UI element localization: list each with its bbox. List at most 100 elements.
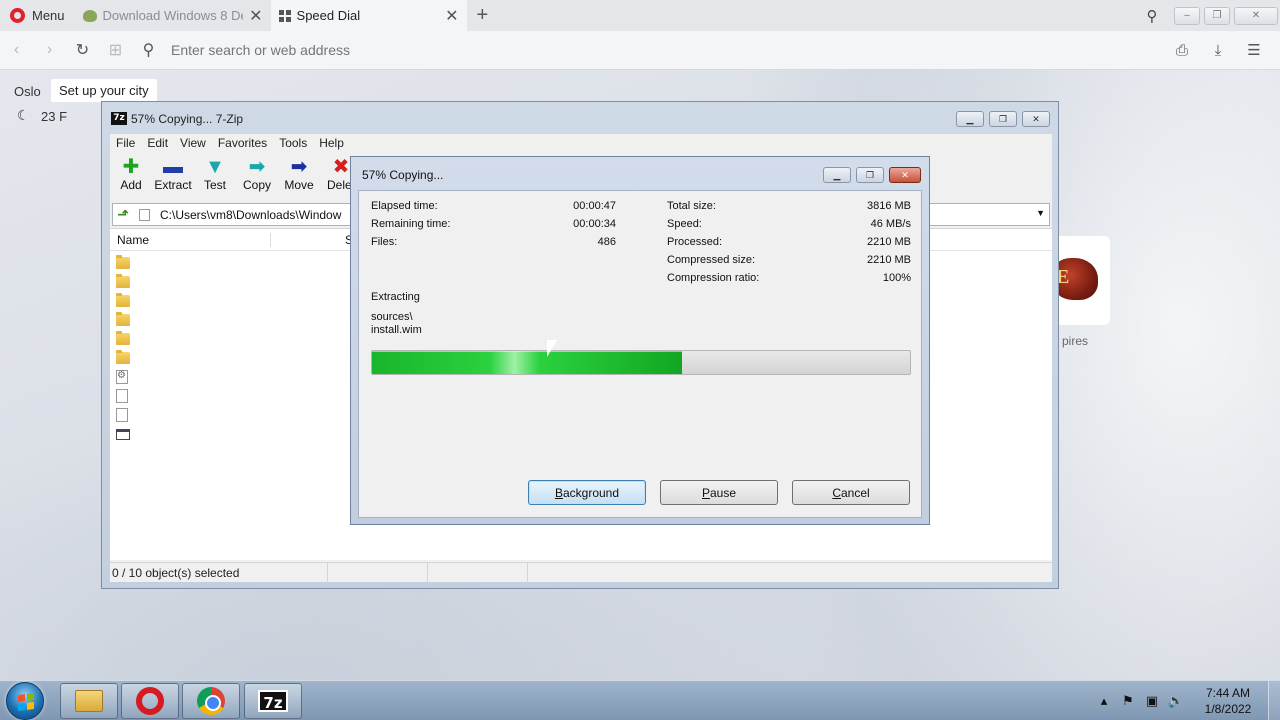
- compression-ratio-value: 100%: [882, 272, 911, 284]
- close-tab-icon[interactable]: ✕: [249, 6, 262, 26]
- list-item[interactable]: [116, 312, 132, 328]
- menu-favorites[interactable]: Favorites: [212, 136, 273, 150]
- menu-view[interactable]: View: [174, 136, 212, 150]
- list-item[interactable]: [116, 274, 132, 290]
- cancel-button[interactable]: Cancel: [792, 480, 910, 505]
- list-item[interactable]: [116, 255, 132, 271]
- extract-label: Extract: [154, 178, 192, 192]
- add-button[interactable]: ✚ Add: [110, 156, 152, 192]
- menu-help[interactable]: Help: [313, 136, 350, 150]
- background-button[interactable]: Background: [528, 480, 646, 505]
- 7zip-titlebar[interactable]: 7z 57% Copying... 7-Zip ▁ ❐ ✕: [102, 102, 1058, 134]
- opera-menu-button[interactable]: Menu: [0, 0, 75, 31]
- file-explorer-icon: [75, 690, 103, 712]
- search-tabs-icon[interactable]: ⚲: [1132, 7, 1172, 25]
- test-button[interactable]: ▼ Test: [194, 156, 236, 192]
- status-bar: 0 / 10 object(s) selected: [110, 562, 1052, 583]
- start-button[interactable]: [6, 682, 44, 720]
- 7zip-close-button[interactable]: ✕: [1022, 111, 1050, 127]
- folder-up-icon[interactable]: ⬏: [113, 206, 133, 223]
- 7zip-minimize-button[interactable]: ▁: [956, 111, 984, 127]
- address-bar: ‹ › ↻ ⊞ ⚲ ⎙ ⤓ ☰: [0, 31, 1280, 70]
- dialog-minimize-button[interactable]: ▁: [823, 167, 851, 183]
- reload-icon[interactable]: ↻: [66, 40, 99, 60]
- minus-icon: ▬: [163, 156, 183, 178]
- leaf-favicon-icon: [82, 9, 97, 22]
- current-directory: sources\: [371, 311, 413, 323]
- total-size-label: Total size:: [667, 200, 716, 212]
- path-dropdown-icon[interactable]: ▼: [1036, 208, 1045, 218]
- download-icon[interactable]: ⤓: [1200, 42, 1236, 59]
- address-input[interactable]: [165, 36, 1164, 64]
- list-item[interactable]: [116, 388, 132, 404]
- arrow-right-icon: ➡: [290, 156, 308, 178]
- dialog-close-button[interactable]: ✕: [889, 167, 921, 183]
- 7zip-menubar: File Edit View Favorites Tools Help: [110, 134, 1052, 152]
- system-tray: ▴ ⚑ ▣ 🔈 7:44 AM 1/8/2022: [1092, 681, 1280, 720]
- action-center-flag-icon[interactable]: ⚑: [1116, 693, 1140, 709]
- opera-icon: [136, 687, 164, 715]
- tray-clock[interactable]: 7:44 AM 1/8/2022: [1192, 685, 1264, 717]
- path-text: C:\Users\vm8\Downloads\Window: [160, 207, 342, 222]
- tab-speed-dial[interactable]: Speed Dial ✕: [270, 0, 467, 31]
- menu-edit[interactable]: Edit: [141, 136, 174, 150]
- settings-file-icon: [116, 370, 128, 384]
- elapsed-time-value: 00:00:47: [573, 200, 616, 212]
- compression-ratio-label: Compression ratio:: [667, 272, 760, 284]
- column-separator[interactable]: [270, 233, 271, 247]
- close-window-button[interactable]: ✕: [1234, 6, 1278, 25]
- dialog-maximize-button[interactable]: ❐: [856, 167, 884, 183]
- list-item[interactable]: [116, 407, 132, 423]
- 7zip-maximize-button[interactable]: ❐: [989, 111, 1017, 127]
- files-label: Files:: [371, 236, 398, 248]
- show-desktop-button[interactable]: [1268, 681, 1280, 720]
- close-tab-icon[interactable]: ✕: [445, 6, 458, 26]
- back-arrow-icon[interactable]: ‹: [0, 41, 33, 59]
- maximize-window-button[interactable]: ❐: [1204, 6, 1230, 25]
- volume-muted-icon[interactable]: 🔈: [1164, 693, 1188, 709]
- column-name[interactable]: Name: [117, 233, 149, 247]
- forward-arrow-icon[interactable]: ›: [33, 41, 66, 59]
- speed-dial-caption[interactable]: pires: [1062, 334, 1088, 348]
- list-item[interactable]: [116, 426, 132, 442]
- status-size: [328, 563, 428, 583]
- taskbar-explorer-button[interactable]: [60, 683, 118, 719]
- operation-label: Extracting: [371, 291, 420, 303]
- test-label: Test: [203, 178, 226, 192]
- taskbar-7zip-button[interactable]: 7z: [244, 683, 302, 719]
- copy-progress-dialog: 57% Copying... ▁ ❐ ✕ Elapsed time: 00:00…: [350, 156, 930, 525]
- tab-grid-icon[interactable]: ⊞: [99, 40, 132, 60]
- processed-label: Processed:: [667, 236, 723, 248]
- copy-button[interactable]: ➡ Copy: [236, 156, 278, 192]
- network-icon[interactable]: ▣: [1140, 693, 1164, 709]
- file-icon: [116, 389, 128, 403]
- menu-file[interactable]: File: [110, 136, 141, 150]
- camera-snapshot-icon[interactable]: ⎙: [1164, 42, 1200, 59]
- search-icon: ⚲: [142, 42, 155, 59]
- new-tab-plus-icon[interactable]: +: [467, 4, 499, 27]
- extract-button[interactable]: ▬ Extract: [152, 156, 194, 192]
- folder-icon: [116, 255, 130, 269]
- windows-taskbar: 7z ▴ ⚑ ▣ 🔈 7:44 AM 1/8/2022: [0, 680, 1280, 720]
- list-item[interactable]: [116, 350, 132, 366]
- processed-value: 2210 MB: [866, 236, 911, 248]
- list-item[interactable]: [116, 369, 132, 385]
- folder-icon: [116, 331, 130, 345]
- show-hidden-icons-icon[interactable]: ▴: [1092, 693, 1116, 709]
- menu-tools[interactable]: Tools: [273, 136, 313, 150]
- pause-button[interactable]: Pause: [660, 480, 778, 505]
- windows-logo-icon: [18, 692, 34, 712]
- taskbar-chrome-button[interactable]: [182, 683, 240, 719]
- move-button[interactable]: ➡ Move: [278, 156, 320, 192]
- taskbar-opera-button[interactable]: [121, 683, 179, 719]
- set-up-city-button[interactable]: Set up your city: [51, 79, 157, 102]
- tab-download-windows[interactable]: Download Windows 8 Dev ✕: [75, 0, 271, 31]
- double-arrow-icon: ➡: [248, 156, 266, 178]
- 7zip-window-title: 57% Copying... 7-Zip: [131, 112, 244, 126]
- easy-setup-menu-icon[interactable]: ☰: [1236, 41, 1272, 59]
- minimize-window-button[interactable]: –: [1174, 6, 1200, 25]
- list-item[interactable]: [116, 293, 132, 309]
- list-item[interactable]: [116, 331, 132, 347]
- speed-label: Speed:: [667, 218, 702, 230]
- copy-label: Copy: [242, 178, 271, 192]
